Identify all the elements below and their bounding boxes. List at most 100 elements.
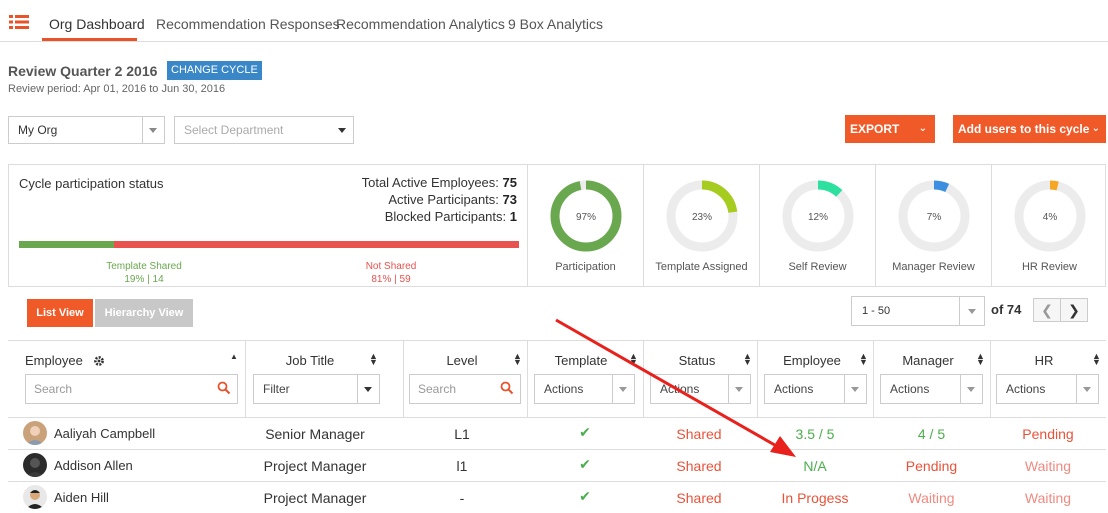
- hr-review-cell[interactable]: Waiting: [990, 458, 1106, 474]
- tab-recommendation-analytics[interactable]: Recommendation Analytics: [336, 16, 505, 32]
- hierarchy-view-button[interactable]: Hierarchy View: [95, 299, 193, 327]
- employee-name[interactable]: Aiden Hill: [54, 490, 109, 505]
- search-icon[interactable]: [500, 381, 514, 395]
- add-users-button-label: Add users to this cycle: [958, 122, 1090, 136]
- donut-chart: 23%: [666, 180, 738, 252]
- sort-icon[interactable]: ▲ ▼: [513, 352, 522, 367]
- sort-icon[interactable]: ▲ ▼: [629, 352, 638, 367]
- level-cell: L1: [454, 426, 470, 442]
- tab-recommendation-responses[interactable]: Recommendation Responses: [156, 16, 340, 32]
- sort-icon[interactable]: ▲ ▼: [743, 352, 752, 367]
- add-users-button[interactable]: Add users to this cycle ⌄: [953, 115, 1106, 143]
- header-manager[interactable]: Manager: [873, 353, 983, 368]
- donut-label: Self Review: [788, 261, 847, 273]
- manager-review-cell[interactable]: Pending: [873, 458, 990, 474]
- tab-9-box-analytics[interactable]: 9 Box Analytics: [508, 16, 603, 32]
- donut-percent: 23%: [692, 212, 712, 223]
- chevron-left-icon: ❮: [1041, 302, 1053, 318]
- template-shared-legend: Template Shared 19% | 14: [84, 260, 204, 286]
- chevron-down-icon: [959, 297, 984, 325]
- status-actions-select[interactable]: Actions: [650, 374, 751, 404]
- org-select[interactable]: My Org: [8, 116, 165, 144]
- header-level[interactable]: Level: [403, 353, 521, 368]
- avatar: [23, 485, 47, 509]
- status-cell: Shared: [676, 426, 722, 442]
- header-status[interactable]: Status: [643, 353, 751, 368]
- participation-panel: Cycle participation status Total Active …: [8, 164, 1106, 287]
- donut-percent: 97%: [576, 212, 596, 223]
- employee-name[interactable]: Aaliyah Campbell: [54, 426, 155, 441]
- donut-percent: 12%: [808, 212, 828, 223]
- column-divider: [403, 340, 404, 418]
- search-placeholder: Search: [418, 382, 457, 396]
- employee-review-cell[interactable]: N/A: [757, 458, 873, 474]
- chevron-down-icon: [844, 375, 866, 403]
- donut-label: Participation: [555, 261, 616, 273]
- page-range-value: 1 - 50: [862, 305, 891, 317]
- donut-label: Manager Review: [892, 261, 975, 273]
- actions-label: Actions: [660, 382, 700, 396]
- chevron-down-icon: ⌄: [1091, 123, 1100, 134]
- employee-review-actions-select[interactable]: Actions: [764, 374, 867, 404]
- level-search-input[interactable]: Search: [409, 374, 521, 404]
- previous-page-button[interactable]: ❮: [1033, 298, 1061, 322]
- filter-label: Filter: [263, 382, 290, 396]
- donut-percent: 7%: [927, 212, 942, 223]
- change-cycle-button[interactable]: CHANGE CYCLE: [167, 61, 262, 80]
- sort-icon[interactable]: ▲ ▼: [1092, 352, 1101, 367]
- sort-icon[interactable]: ▲ ▼: [976, 352, 985, 367]
- header-hr[interactable]: HR: [990, 353, 1098, 368]
- menu-list-icon[interactable]: [9, 14, 29, 30]
- header-template[interactable]: Template: [527, 353, 635, 368]
- employee-name[interactable]: Addison Allen: [54, 458, 133, 473]
- chevron-down-icon: [960, 375, 982, 403]
- employee-review-cell[interactable]: In Progess: [757, 490, 873, 506]
- sort-asc-icon[interactable]: ▲: [230, 352, 238, 361]
- column-divider: [527, 340, 528, 418]
- active-participants: Active Participants: 73: [388, 192, 517, 207]
- manager-review-cell[interactable]: Waiting: [873, 490, 990, 506]
- export-button[interactable]: EXPORT ⌄: [845, 115, 935, 143]
- search-icon[interactable]: [217, 381, 231, 395]
- job-title-filter-select[interactable]: Filter: [253, 374, 380, 404]
- org-select-value: My Org: [18, 123, 58, 137]
- template-shared-label: Template Shared: [106, 261, 182, 272]
- employee-review-cell[interactable]: 3.5 / 5: [757, 426, 873, 442]
- not-shared-stats: 81% | 59: [371, 274, 411, 285]
- tab-org-dashboard[interactable]: Org Dashboard: [49, 16, 145, 32]
- page-range-select[interactable]: 1 - 50: [851, 296, 985, 326]
- sort-icon[interactable]: ▲ ▼: [369, 352, 378, 367]
- row-divider: [8, 481, 1106, 482]
- sort-icon[interactable]: ▲ ▼: [859, 352, 868, 367]
- header-employee[interactable]: Employee: [25, 353, 83, 368]
- hr-review-cell[interactable]: Waiting: [990, 490, 1106, 506]
- donut-template-assigned: 23% Template Assigned: [643, 165, 759, 286]
- total-active-value: 75: [502, 175, 517, 190]
- template-shared-stats: 19% | 14: [124, 274, 164, 285]
- manager-actions-select[interactable]: Actions: [880, 374, 983, 404]
- donut-self-review: 12% Self Review: [759, 165, 875, 286]
- donut-label: Template Assigned: [655, 261, 748, 273]
- header-employee-review[interactable]: Employee: [757, 353, 867, 368]
- employee-search-input[interactable]: Search: [25, 374, 238, 404]
- hr-actions-select[interactable]: Actions: [996, 374, 1099, 404]
- hr-review-cell[interactable]: Pending: [990, 426, 1106, 442]
- manager-review-cell[interactable]: 4 / 5: [873, 426, 990, 442]
- level-cell: l1: [456, 458, 468, 474]
- next-page-button[interactable]: ❯: [1060, 298, 1088, 322]
- status-cell: Shared: [676, 458, 722, 474]
- search-placeholder: Search: [34, 382, 73, 396]
- department-select[interactable]: Select Department: [174, 116, 354, 144]
- active-tab-indicator: [42, 38, 137, 41]
- chevron-down-icon: [357, 375, 379, 403]
- chevron-down-icon: [331, 117, 353, 143]
- chevron-down-icon: [612, 375, 634, 403]
- chevron-down-icon: [142, 117, 164, 143]
- template-actions-select[interactable]: Actions: [534, 374, 635, 404]
- gear-icon[interactable]: [93, 355, 105, 367]
- header-job-title[interactable]: Job Title: [245, 353, 375, 368]
- chevron-down-icon: [1076, 375, 1098, 403]
- list-view-button[interactable]: List View: [27, 299, 93, 327]
- donut-label: HR Review: [1021, 261, 1077, 273]
- donut-percent: 4%: [1043, 212, 1058, 223]
